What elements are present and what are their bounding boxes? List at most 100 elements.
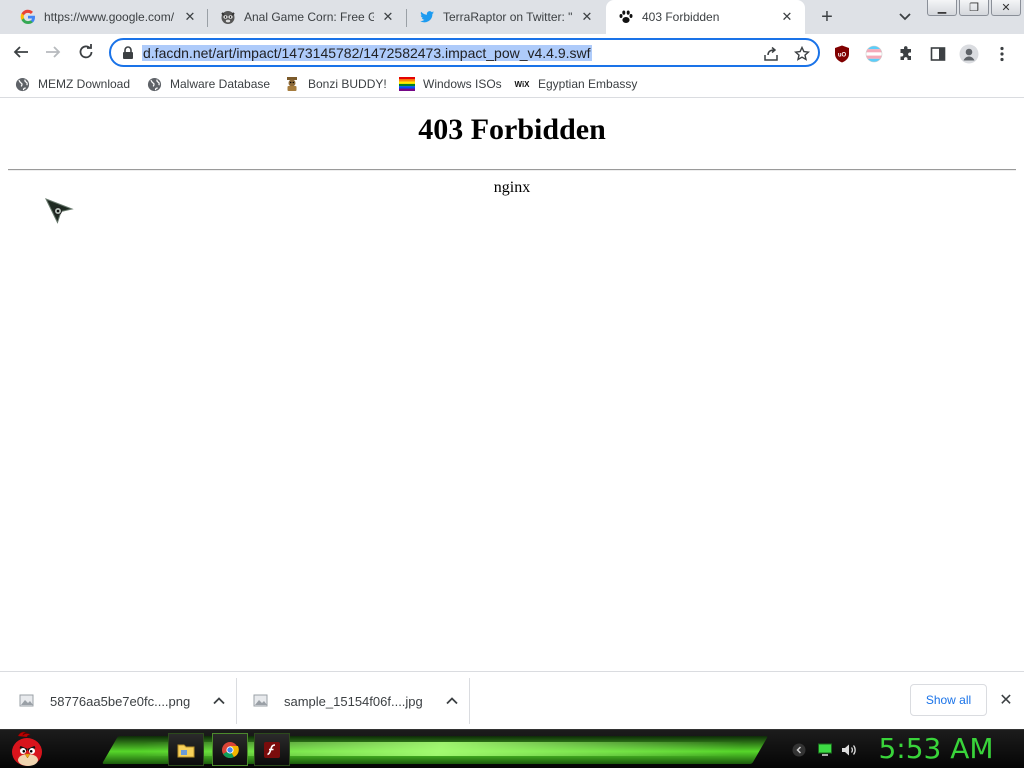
image-file-icon	[253, 694, 268, 707]
tab-twitter[interactable]: TerraRaptor on Twitter: "I ✕	[407, 0, 605, 34]
reload-icon	[79, 44, 93, 59]
tray-volume[interactable]	[841, 742, 857, 758]
download-item[interactable]: 58776aa5be7e0fc....png	[18, 672, 226, 730]
url-text[interactable]: d.facdn.net/art/impact/1473145782/147258…	[142, 45, 592, 61]
bookmark-label: Windows ISOs	[423, 77, 502, 91]
tab-403-forbidden[interactable]: 403 Forbidden ✕	[606, 0, 805, 34]
bookmark-label: MEMZ Download	[38, 77, 131, 91]
rainbow-flag-icon	[399, 76, 415, 92]
profile-icon	[959, 44, 979, 64]
star-icon	[794, 46, 810, 61]
bookmark-label: Egyptian Embassy	[538, 77, 638, 91]
tab-title: 403 Forbidden	[642, 10, 720, 24]
show-all-downloads-button[interactable]: Show all	[910, 684, 987, 716]
taskbar-flash-player[interactable]	[254, 733, 290, 766]
puzzle-icon	[900, 46, 911, 60]
taskbar-chrome[interactable]	[212, 733, 248, 766]
new-tab-button[interactable]: +	[815, 6, 839, 28]
chevron-up-icon[interactable]	[445, 694, 459, 708]
horizontal-rule	[8, 169, 1016, 171]
download-filename: 58776aa5be7e0fc....png	[50, 693, 191, 709]
bookmark-star-button[interactable]	[793, 45, 811, 63]
page-heading: 403 Forbidden	[418, 113, 606, 146]
bookmark-bonzi-buddy[interactable]: Bonzi BUDDY!	[284, 75, 387, 93]
extensions-button[interactable]	[895, 43, 917, 65]
address-bar[interactable]: d.facdn.net/art/impact/1473145782/147258…	[109, 38, 820, 67]
tab-strip: https://www.google.com/ ✕ Anal Game Corn…	[0, 0, 1024, 34]
chrome-icon	[222, 741, 239, 758]
forward-button[interactable]	[39, 38, 67, 66]
ublock-icon: uO	[835, 45, 849, 63]
globe-icon	[146, 76, 162, 92]
close-tab-icon[interactable]: ✕	[579, 9, 595, 25]
start-button-angry-bird-icon[interactable]	[6, 730, 48, 768]
page-content: 403 Forbidden nginx	[0, 99, 1024, 671]
screen: https://www.google.com/ ✕ Anal Game Corn…	[0, 0, 1024, 768]
lock-icon[interactable]	[121, 46, 135, 60]
mouse-cursor-icon	[44, 198, 74, 224]
server-name: nginx	[493, 179, 531, 196]
download-separator	[236, 678, 237, 724]
bookmark-malware-database[interactable]: Malware Database	[146, 75, 270, 93]
taskbar-file-explorer[interactable]	[168, 733, 204, 766]
profile-button[interactable]	[958, 43, 980, 65]
back-arrow-icon	[13, 46, 28, 58]
svg-text:WiX: WiX	[514, 80, 530, 89]
bookmark-windows-isos[interactable]: Windows ISOs	[399, 75, 502, 93]
tray-overflow-button[interactable]	[791, 742, 807, 758]
taskbar-clock[interactable]: 5:53 AM	[876, 732, 996, 766]
trans-flag-icon	[865, 45, 883, 63]
bookmark-label: Malware Database	[170, 77, 271, 91]
image-file-icon	[19, 694, 34, 707]
bookmark-egyptian-embassy[interactable]: WiX Egyptian Embassy	[514, 75, 637, 93]
share-button[interactable]	[762, 45, 780, 63]
close-icon: ✕	[1001, 2, 1011, 14]
close-tab-icon[interactable]: ✕	[182, 9, 198, 25]
tab-title: TerraRaptor on Twitter: "I	[443, 10, 573, 24]
taskbar: 5:53 AM	[0, 729, 1024, 768]
share-icon	[764, 46, 778, 61]
raccoon-icon	[220, 9, 236, 25]
close-tab-icon[interactable]: ✕	[779, 9, 795, 25]
close-window-button[interactable]: ✕	[991, 0, 1021, 16]
google-g-icon	[20, 9, 36, 25]
back-button[interactable]	[7, 38, 35, 66]
tab-title: Anal Game Corn: Free Ga	[244, 10, 374, 24]
twitter-bird-icon	[419, 9, 435, 25]
ublock-extension-button[interactable]: uO	[831, 43, 853, 65]
chevron-down-icon	[899, 13, 911, 21]
globe-icon	[14, 76, 30, 92]
download-item[interactable]: sample_15154f06f....jpg	[252, 672, 459, 730]
svg-text:uO: uO	[838, 53, 847, 59]
close-download-shelf-icon[interactable]: ✕	[996, 690, 1016, 710]
reload-button[interactable]	[72, 38, 100, 66]
bonzi-icon	[284, 76, 300, 92]
download-separator	[469, 678, 470, 724]
side-panel-button[interactable]	[927, 43, 949, 65]
tab-anal-game-corn[interactable]: Anal Game Corn: Free Ga ✕	[208, 0, 406, 34]
bookmark-label: Bonzi BUDDY!	[308, 77, 387, 91]
flash-player-icon	[264, 741, 280, 758]
network-icon	[818, 743, 832, 756]
trans-flag-extension-button[interactable]	[863, 43, 885, 65]
menu-icon	[1000, 46, 1004, 62]
chrome-menu-button[interactable]	[991, 43, 1013, 65]
maximize-button[interactable]: ❐	[959, 0, 989, 16]
download-shelf: 58776aa5be7e0fc....png sample_15154f06f.…	[0, 671, 1024, 729]
tab-title: https://www.google.com/	[44, 10, 175, 24]
window-controls: ▁ ❐ ✕	[927, 0, 1021, 17]
download-filename: sample_15154f06f....jpg	[284, 693, 423, 709]
wix-icon: WiX	[514, 76, 530, 92]
tab-google[interactable]: https://www.google.com/ ✕	[8, 0, 208, 34]
minimize-icon: ▁	[937, 2, 947, 14]
close-tab-icon[interactable]: ✕	[380, 9, 396, 25]
tray-network[interactable]	[817, 742, 833, 758]
sidepanel-icon	[930, 47, 946, 61]
bookmark-memz-download[interactable]: MEMZ Download	[14, 75, 130, 93]
minimize-button[interactable]: ▁	[927, 0, 957, 16]
chevron-up-icon[interactable]	[212, 694, 226, 708]
bookmarks-bar: MEMZ Download Malware Database Bonzi BUD…	[0, 70, 1024, 98]
paw-icon	[618, 9, 634, 25]
file-explorer-icon	[177, 744, 195, 757]
tab-search-button[interactable]	[895, 8, 915, 26]
